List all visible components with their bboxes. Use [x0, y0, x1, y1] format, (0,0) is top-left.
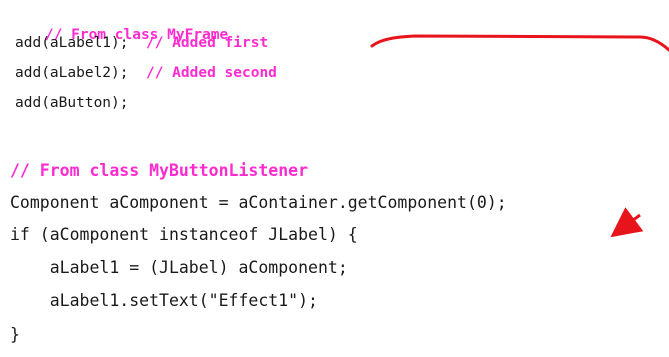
code-if-instanceof: if (aComponent instanceof JLabel) { — [10, 225, 358, 244]
comment-added-first: // Added first — [145, 35, 269, 51]
code-line-get-component: Component aComponent = aContainer.getCom… — [10, 193, 507, 213]
code-line-add-label2: add(aLabel2); // Added second — [15, 63, 277, 83]
code-add-label1: add(aLabel1); — [15, 35, 129, 51]
code-add-button: add(aButton); — [15, 95, 129, 111]
comment-added-second: // Added second — [145, 65, 277, 81]
code-line-close-brace: } — [10, 325, 20, 345]
code-set-text: aLabel1.setText("Effect1"); — [10, 291, 318, 310]
code-cast: aLabel1 = (JLabel) aComponent; — [10, 258, 348, 277]
code-add-label2: add(aLabel2); — [15, 65, 129, 81]
annotation-arrow-path — [370, 34, 669, 52]
code-line-cast: aLabel1 = (JLabel) aComponent; — [10, 258, 348, 278]
comment-listener: // From class MyButtonListener — [10, 161, 309, 180]
code-get-component: Component aComponent = aContainer.getCom… — [10, 193, 507, 212]
code-line-set-text: aLabel1.setText("Effect1"); — [10, 291, 318, 311]
code-line-if-instanceof: if (aComponent instanceof JLabel) { — [10, 225, 358, 245]
code-line-listener-comment: // From class MyButtonListener — [10, 161, 308, 181]
code-slide: // From class MyFrame add(aLabel1); // A… — [0, 0, 669, 357]
code-close-brace: } — [10, 325, 20, 344]
annotation-arrow-head-line — [610, 207, 644, 238]
code-line-add-button: add(aButton); — [15, 93, 129, 113]
code-line-add-label1: add(aLabel1); // Added first — [15, 33, 268, 53]
